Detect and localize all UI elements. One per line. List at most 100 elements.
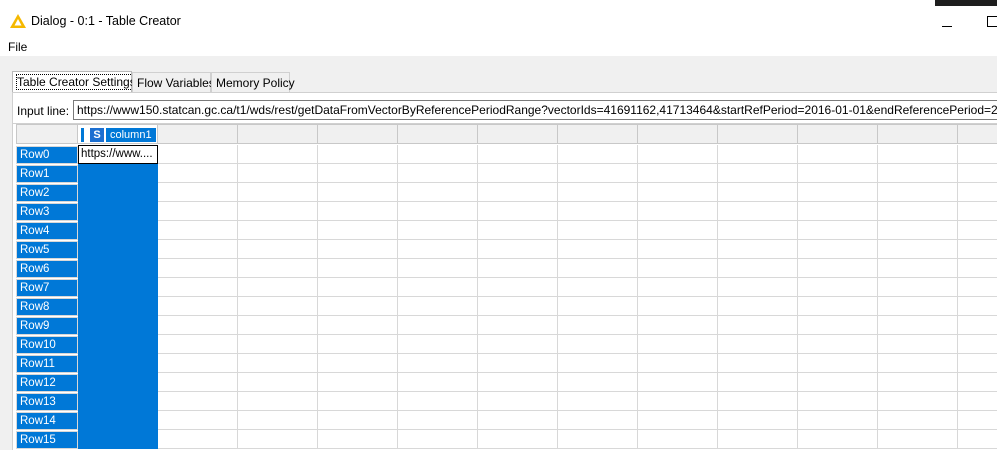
row-header[interactable]: Row15 [16,431,78,449]
table-cell[interactable] [958,183,997,202]
table-cell[interactable] [238,316,318,335]
table-cell[interactable] [558,145,638,164]
table-cell[interactable] [638,392,718,411]
table-cell[interactable] [638,202,718,221]
table-cell[interactable] [158,164,238,183]
table-cell[interactable] [158,392,238,411]
table-cell[interactable] [398,335,478,354]
table-cell[interactable] [558,240,638,259]
table-cell[interactable] [78,183,158,202]
table-cell[interactable] [798,145,878,164]
table-cell[interactable] [718,221,798,240]
table-cell[interactable] [718,240,798,259]
row-header[interactable]: Row1 [16,165,78,183]
table-cell[interactable] [798,354,878,373]
table-cell[interactable] [878,202,958,221]
table-cell[interactable] [238,297,318,316]
table-cell[interactable] [718,202,798,221]
table-cell[interactable] [718,183,798,202]
table-cell[interactable] [78,411,158,430]
table-cell[interactable] [478,316,558,335]
table-cell[interactable] [158,240,238,259]
table-cell[interactable] [318,430,398,449]
row-header[interactable]: Row11 [16,355,78,373]
table-cell[interactable] [318,240,398,259]
column-header-empty[interactable] [958,124,997,144]
table-cell[interactable] [878,240,958,259]
table-cell[interactable] [478,354,558,373]
table-cell[interactable] [878,335,958,354]
table-cell[interactable] [238,221,318,240]
table-cell[interactable] [318,202,398,221]
table-cell[interactable] [238,392,318,411]
table-cell[interactable] [558,373,638,392]
table-cell[interactable] [718,411,798,430]
column-header-empty[interactable] [398,124,478,144]
table-cell[interactable] [158,297,238,316]
table-cell[interactable] [238,411,318,430]
table-cell[interactable] [78,373,158,392]
table-cell[interactable] [238,202,318,221]
table-cell[interactable] [718,430,798,449]
table-cell[interactable] [78,164,158,183]
column-header-empty[interactable] [318,124,398,144]
table-cell[interactable] [398,145,478,164]
table-cell[interactable] [958,259,997,278]
table-cell[interactable] [638,240,718,259]
table-cell[interactable] [638,411,718,430]
table-cell[interactable] [798,259,878,278]
table-cell[interactable] [398,259,478,278]
table-cell[interactable] [638,373,718,392]
table-cell[interactable] [158,411,238,430]
table-cell[interactable] [798,278,878,297]
table-cell[interactable] [558,164,638,183]
column-header-empty[interactable] [158,124,238,144]
row-header[interactable]: Row10 [16,336,78,354]
row-header[interactable]: Row13 [16,393,78,411]
table-cell[interactable] [318,411,398,430]
table-cell[interactable] [878,164,958,183]
maximize-button[interactable] [985,14,997,27]
table-cell[interactable] [638,335,718,354]
table-cell[interactable] [638,278,718,297]
row-header[interactable]: Row3 [16,203,78,221]
table-cell[interactable] [78,354,158,373]
table-cell[interactable] [318,297,398,316]
table-cell[interactable] [638,183,718,202]
table-cell[interactable] [478,430,558,449]
table-cell[interactable] [158,259,238,278]
table-cell[interactable] [398,373,478,392]
table-cell[interactable] [238,259,318,278]
table-cell[interactable] [958,392,997,411]
table-cell[interactable] [478,202,558,221]
table-cell[interactable] [558,278,638,297]
table-cell[interactable] [638,316,718,335]
column-header-empty[interactable] [878,124,958,144]
table-cell[interactable] [558,202,638,221]
table-cell[interactable] [718,145,798,164]
column-header-empty[interactable] [718,124,798,144]
table-cell[interactable] [558,183,638,202]
table-cell[interactable] [638,164,718,183]
table-cell[interactable] [398,316,478,335]
table-cell[interactable] [878,297,958,316]
table-cell[interactable] [558,259,638,278]
table-cell[interactable] [718,335,798,354]
table-cell[interactable] [318,183,398,202]
table-cell[interactable] [638,297,718,316]
table-cell[interactable] [238,354,318,373]
column-header-column1[interactable]: Scolumn1 [78,124,158,144]
column-header-empty[interactable] [558,124,638,144]
table-cell[interactable] [318,278,398,297]
column-header-empty[interactable] [478,124,558,144]
row-header[interactable]: Row2 [16,184,78,202]
table-cell[interactable] [238,164,318,183]
table-cell[interactable] [958,411,997,430]
table-cell[interactable] [958,354,997,373]
table-cell[interactable] [78,430,158,449]
table-cell[interactable] [158,316,238,335]
table-cell[interactable] [558,297,638,316]
table-cell[interactable] [318,392,398,411]
table-cell[interactable] [398,411,478,430]
menu-file[interactable]: File [8,40,27,54]
